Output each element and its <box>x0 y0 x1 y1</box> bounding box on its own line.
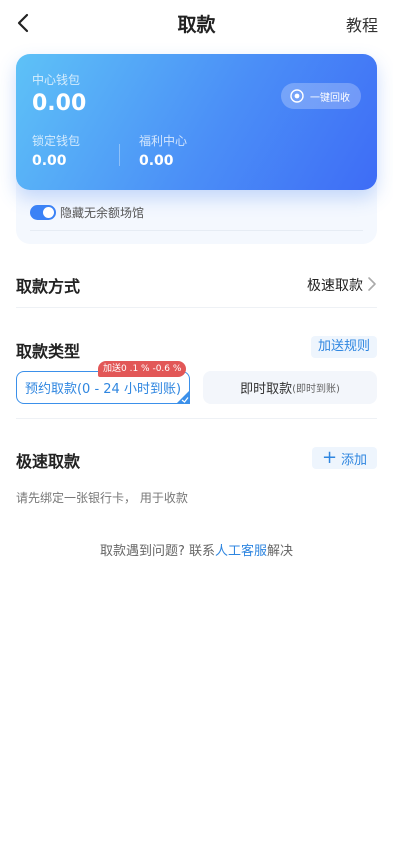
divider <box>16 418 377 419</box>
check-icon <box>176 390 190 404</box>
recover-label: 一键回收 <box>310 92 350 104</box>
instant-withdraw-sub: (即时到账) <box>292 384 340 395</box>
customer-service-link[interactable]: 人工客服 <box>215 544 267 559</box>
one-click-recover-button[interactable]: 一键回收 <box>281 83 361 109</box>
instant-withdraw-option[interactable]: 即时取款 (即时到账) <box>203 371 377 404</box>
divider <box>30 230 363 231</box>
help-text: 取款遇到问题? 联系人工客服解决 <box>0 540 393 559</box>
header: 取款 教程 <box>0 0 393 46</box>
center-wallet-label: 中心钱包 <box>32 73 81 87</box>
bind-card-hint: 请先绑定一张银行卡， 用于收款 <box>16 491 188 505</box>
help-suffix: 解决 <box>267 544 294 559</box>
plus-icon: + <box>321 447 338 468</box>
bonus-rules-button[interactable]: 加送规则 <box>311 336 377 358</box>
hide-empty-label: 隐藏无余额场馆 <box>60 206 145 220</box>
withdraw-type-title: 取款类型 <box>16 342 81 361</box>
recycle-icon <box>290 89 304 103</box>
hide-empty-venues-row: 隐藏无余额场馆 <box>30 204 144 221</box>
hide-empty-toggle[interactable] <box>30 205 56 220</box>
add-label: 添加 <box>341 452 368 468</box>
fast-withdraw-title: 极速取款 <box>16 452 81 471</box>
welfare-center-label: 福利中心 <box>139 134 188 148</box>
locked-wallet-value: 0.00 <box>32 153 67 169</box>
welfare-center-value: 0.00 <box>139 153 174 169</box>
scheduled-withdraw-label: 预约取款(0 - 24 小时到账) <box>24 382 182 397</box>
wallet-divider <box>119 144 120 166</box>
page-title: 取款 <box>177 14 216 36</box>
center-wallet-value: 0.00 <box>32 91 87 116</box>
tutorial-link[interactable]: 教程 <box>346 12 378 36</box>
help-prefix: 取款遇到问题? 联系 <box>99 544 215 559</box>
divider <box>16 307 377 308</box>
locked-wallet-label: 锁定钱包 <box>32 134 81 148</box>
wallet-panel: 中心钱包 0.00 一键回收 锁定钱包 0.00 福利中心 0.00 隐藏无余额… <box>16 54 377 244</box>
withdraw-method-value[interactable]: 极速取款 <box>307 275 363 295</box>
wallet-card: 中心钱包 0.00 一键回收 锁定钱包 0.00 福利中心 0.00 <box>16 54 377 190</box>
withdraw-method-title: 取款方式 <box>16 277 81 296</box>
chevron-right-icon[interactable] <box>367 276 377 292</box>
add-bank-card-button[interactable]: + 添加 <box>312 447 377 469</box>
instant-withdraw-label: 即时取款 <box>240 382 293 397</box>
bonus-badge: 加送0 .1 % -0.6 % <box>98 361 187 377</box>
